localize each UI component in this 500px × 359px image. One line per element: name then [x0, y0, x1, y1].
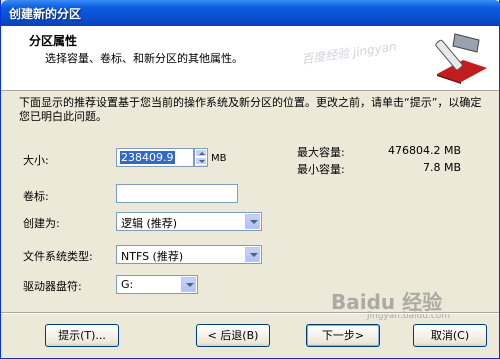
chevron-down-icon: [250, 253, 258, 257]
hammer-icon: [435, 33, 487, 84]
title-bar[interactable]: 创建新的分区: [1, 0, 500, 26]
max-size-label: 最大容量:: [297, 146, 345, 159]
file-system-dropdown-button[interactable]: [245, 247, 260, 262]
drive-letter-dropdown-button[interactable]: [181, 277, 196, 292]
hint-button[interactable]: 提示(T)...: [45, 324, 119, 347]
back-button[interactable]: < 后退(B): [196, 324, 270, 347]
footer-divider: [1, 312, 499, 314]
drive-letter-label: 驱动器盘符:: [23, 280, 82, 293]
wizard-header: 分区属性 选择容量、卷标、和新分区的其他属性。 百度经验 jingyan: [1, 26, 499, 91]
drive-letter-value: G:: [121, 278, 134, 291]
create-as-value: 逻辑 (推荐): [121, 217, 178, 230]
spin-up-button[interactable]: [195, 149, 207, 157]
create-as-select[interactable]: 逻辑 (推荐): [116, 212, 262, 231]
file-system-select[interactable]: NTFS (推荐): [116, 245, 262, 264]
next-button[interactable]: 下一步>: [306, 324, 380, 347]
create-as-dropdown-button[interactable]: [245, 214, 260, 229]
description-text: 下面显示的推荐设置基于您当前的操作系统及新分区的位置。更改之前，请单击“提示”，…: [19, 96, 482, 123]
volume-label-label: 卷标:: [23, 190, 49, 203]
file-system-value: NTFS (推荐): [121, 250, 184, 263]
chevron-down-icon: [186, 283, 194, 287]
spin-down-button[interactable]: [195, 157, 207, 165]
size-unit: MB: [211, 153, 227, 164]
min-size-label: 最小容量:: [297, 163, 345, 176]
dialog-window: 创建新的分区 分区属性 选择容量、卷标、和新分区的其他属性。 百度经验 jing…: [0, 0, 500, 359]
size-spinner[interactable]: [194, 148, 208, 167]
header-watermark: 百度经验 jingyan: [300, 39, 398, 67]
window-title: 创建新的分区: [9, 7, 82, 21]
header-title: 分区属性: [29, 34, 78, 48]
cancel-button[interactable]: 取消(C): [413, 324, 487, 347]
create-as-label: 创建为:: [23, 217, 60, 230]
arrow-up-icon: [199, 152, 205, 155]
size-value: 238409.9: [120, 151, 175, 164]
size-input[interactable]: 238409.9: [116, 148, 194, 167]
drive-letter-select[interactable]: G:: [116, 275, 198, 294]
header-subtitle: 选择容量、卷标、和新分区的其他属性。: [45, 52, 243, 65]
volume-label-input[interactable]: [116, 184, 238, 203]
arrow-down-icon: [199, 160, 205, 163]
min-size-value: 7.8 MB: [422, 161, 461, 174]
file-system-label: 文件系统类型:: [23, 250, 93, 263]
max-size-value: 476804.2 MB: [387, 144, 461, 157]
size-label: 大小:: [23, 154, 49, 167]
chevron-down-icon: [250, 220, 258, 224]
